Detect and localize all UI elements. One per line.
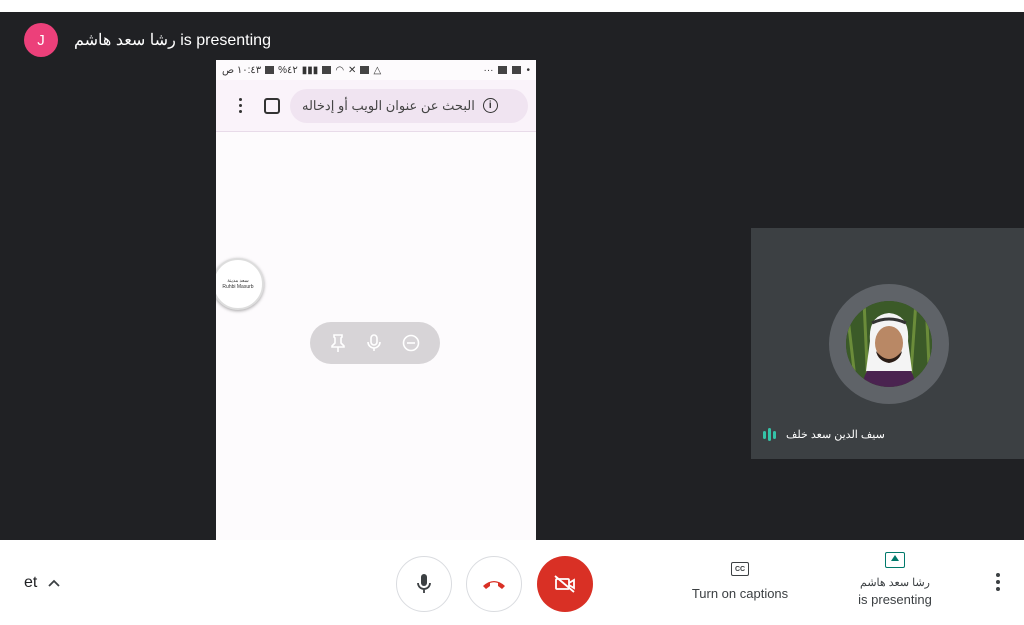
chat-head-bubble[interactable]: سعد مدينة Ruhbi Masurb: [216, 258, 264, 310]
notification-icon: •: [526, 64, 530, 76]
bubble-line2: Ruhbi Masurb: [222, 284, 254, 290]
microphone-icon: [417, 574, 431, 593]
hang-up-icon: [483, 581, 505, 589]
cast-icon: [360, 66, 370, 74]
browser-menu-icon[interactable]: [226, 98, 254, 113]
meeting-details-label: et: [24, 574, 38, 591]
minus-circle-icon[interactable]: [402, 334, 420, 352]
present-status-button[interactable]: رشا سعد هاشم is presenting: [840, 552, 950, 607]
mute-icon: ✕: [348, 64, 357, 76]
participant-name: سيف الدين سعد خلف: [786, 429, 885, 441]
camera-off-icon: [554, 575, 575, 593]
shared-screen[interactable]: ١٠:٤٣ ص %٤٢ ▮▮▮ ◠ ✕ △ ··· • i البحث عن ع…: [216, 60, 536, 540]
signal-icon: ▮▮▮: [301, 64, 319, 76]
status-time: ١٠:٤٣ ص: [222, 64, 262, 76]
status-right: ··· •: [483, 65, 530, 76]
phone-status-bar: ١٠:٤٣ ص %٤٢ ▮▮▮ ◠ ✕ △ ··· •: [216, 60, 536, 80]
presenter-banner: J رشا سعد هاشم is presenting: [24, 23, 271, 57]
data-icon: [322, 66, 332, 74]
captions-button[interactable]: CC Turn on captions: [680, 562, 800, 601]
captions-icon: CC: [731, 562, 749, 576]
speaking-indicator-icon: [763, 428, 776, 441]
status-dots: ···: [483, 64, 494, 76]
captions-label: Turn on captions: [691, 586, 789, 601]
floating-controls-pill: [310, 322, 440, 364]
present-status: is presenting: [858, 592, 932, 607]
participant-tile[interactable]: سيف الدين سعد خلف: [751, 228, 1024, 459]
more-options-icon[interactable]: [988, 570, 1008, 594]
presenter-banner-text: رشا سعد هاشم is presenting: [74, 32, 271, 49]
end-call-button[interactable]: [466, 556, 522, 612]
present-name: رشا سعد هاشم: [860, 577, 930, 589]
presenter-avatar: J: [24, 23, 58, 57]
present-screen-icon: [885, 552, 905, 568]
participant-avatar-ring: [829, 284, 949, 404]
battery-percent: %٤٢: [278, 64, 298, 76]
mobile-browser-bar: i البحث عن عنوان الويب أو إدخاله: [216, 80, 536, 132]
browser-tabs-icon[interactable]: [264, 97, 280, 114]
info-icon[interactable]: i: [482, 98, 498, 113]
gallery-icon: [498, 66, 508, 74]
pin-icon[interactable]: [330, 334, 346, 352]
participant-photo: [846, 301, 932, 387]
chevron-up-icon: [48, 579, 60, 587]
browser-top-strip: [0, 0, 1024, 12]
meeting-stage: J رشا سعد هاشم is presenting ١٠:٤٣ ص %٤٢…: [0, 12, 1024, 540]
battery-icon: [265, 66, 275, 74]
control-bar: et CC Turn on captions رشا سعد هاشم is p…: [0, 540, 1024, 625]
address-bar[interactable]: i البحث عن عنوان الويب أو إدخاله: [290, 88, 528, 123]
participant-name-row: سيف الدين سعد خلف: [763, 428, 885, 441]
image-icon: [512, 66, 522, 74]
camera-off-button[interactable]: [537, 556, 593, 612]
mic-icon[interactable]: [367, 334, 381, 352]
address-placeholder: البحث عن عنوان الويب أو إدخاله: [302, 97, 475, 113]
meeting-details-button[interactable]: et: [24, 574, 61, 592]
status-left: ١٠:٤٣ ص %٤٢ ▮▮▮ ◠ ✕ △: [222, 65, 381, 76]
microphone-button[interactable]: [396, 556, 452, 612]
wifi-icon: ◠: [335, 64, 345, 76]
recycle-icon: △: [373, 64, 382, 76]
